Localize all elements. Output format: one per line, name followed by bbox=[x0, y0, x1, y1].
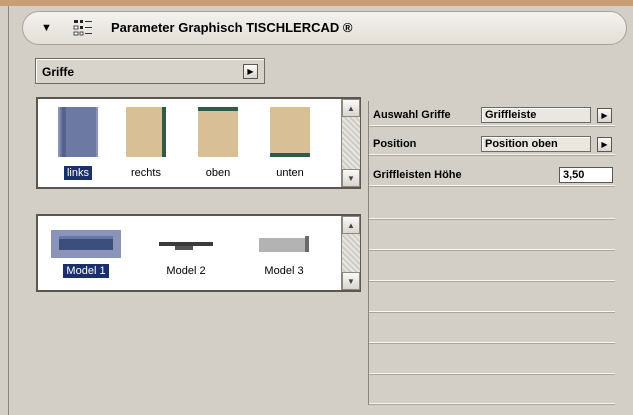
thumb-label: Model 1 bbox=[63, 264, 109, 278]
handle-bottom-thumbnail bbox=[270, 107, 310, 157]
right-arrow-icon: ▶ bbox=[601, 111, 608, 120]
property-label: Position bbox=[373, 138, 417, 150]
griffe-category-dropdown[interactable]: Griffe bbox=[35, 58, 265, 84]
right-arrow-icon: ▶ bbox=[247, 67, 254, 76]
up-arrow-icon: ▲ bbox=[347, 220, 355, 230]
dropdown-selected-value: Griffe bbox=[42, 65, 75, 79]
up-arrow-icon: ▲ bbox=[347, 103, 355, 113]
panel-header[interactable]: ▼ Parameter Graphisch TISCHLERCAD ® bbox=[22, 11, 627, 45]
handle-top-thumbnail bbox=[198, 107, 238, 157]
scroll-up-button[interactable]: ▲ bbox=[342, 216, 360, 234]
properties-table: Auswahl Griffe Griffleiste ▶ Position Po… bbox=[368, 101, 615, 405]
model-thumbnail-list[interactable]: Model 1 Model 2 Model 3 ▲ ▼ bbox=[36, 214, 361, 292]
property-row-position[interactable]: Position Position oben ▶ bbox=[369, 133, 615, 155]
thumb-label: Model 3 bbox=[264, 265, 304, 277]
empty-row bbox=[369, 382, 615, 404]
empty-row bbox=[369, 321, 615, 343]
empty-row bbox=[369, 197, 615, 219]
griffleisten-hoehe-input[interactable]: 3,50 bbox=[559, 167, 613, 183]
right-arrow-icon: ▶ bbox=[601, 140, 608, 149]
dropdown-arrow-button[interactable]: ▶ bbox=[243, 64, 258, 79]
thumb-item-unten[interactable]: unten bbox=[258, 107, 322, 180]
thumb-item-model-3[interactable]: Model 3 bbox=[244, 230, 324, 278]
thumb-item-rechts[interactable]: rechts bbox=[114, 107, 178, 180]
thumb-item-oben[interactable]: oben bbox=[186, 107, 250, 180]
thumb-label: unten bbox=[276, 167, 304, 179]
thumb-label: rechts bbox=[131, 167, 161, 179]
empty-row bbox=[369, 228, 615, 250]
griffe-selection-arrow-button[interactable]: ▶ bbox=[597, 108, 612, 123]
position-selection-arrow-button[interactable]: ▶ bbox=[597, 137, 612, 152]
handle-right-thumbnail bbox=[126, 107, 166, 157]
model-3-thumbnail bbox=[259, 236, 309, 252]
thumb-item-model-2[interactable]: Model 2 bbox=[146, 230, 226, 278]
scroll-down-button[interactable]: ▼ bbox=[342, 272, 360, 290]
disclosure-triangle-icon[interactable]: ▼ bbox=[41, 22, 52, 34]
model-list-scrollbar[interactable]: ▲ ▼ bbox=[341, 216, 360, 290]
thumb-item-links[interactable]: links bbox=[46, 107, 110, 180]
model-1-thumbnail bbox=[51, 230, 121, 258]
thumb-item-model-1[interactable]: Model 1 bbox=[46, 230, 126, 278]
panel-title: Parameter Graphisch TISCHLERCAD ® bbox=[111, 20, 353, 35]
empty-row bbox=[369, 352, 615, 374]
property-label: Auswahl Griffe bbox=[373, 109, 451, 121]
empty-row bbox=[369, 259, 615, 281]
model-2-thumbnail bbox=[159, 242, 213, 250]
position-list-scrollbar[interactable]: ▲ ▼ bbox=[341, 99, 360, 187]
property-row-auswahl-griffe[interactable]: Auswahl Griffe Griffleiste ▶ bbox=[369, 104, 615, 126]
empty-row bbox=[369, 290, 615, 312]
thumb-label: Model 2 bbox=[166, 265, 206, 277]
down-arrow-icon: ▼ bbox=[347, 173, 355, 183]
property-label: Griffleisten Höhe bbox=[373, 169, 462, 181]
property-row-griffleisten-hoehe[interactable]: Griffleisten Höhe 3,50 bbox=[369, 164, 615, 186]
thumb-label: links bbox=[63, 166, 92, 180]
settings-grid-icon bbox=[73, 20, 92, 36]
down-arrow-icon: ▼ bbox=[347, 276, 355, 286]
scroll-up-button[interactable]: ▲ bbox=[342, 99, 360, 117]
griffe-selection-dropdown[interactable]: Griffleiste bbox=[481, 107, 591, 123]
handle-left-thumbnail bbox=[58, 107, 98, 157]
thumb-label: oben bbox=[205, 167, 231, 179]
position-thumbnail-list[interactable]: links rechts oben unten ▲ ▼ bbox=[36, 97, 361, 189]
scroll-down-button[interactable]: ▼ bbox=[342, 169, 360, 187]
position-selection-dropdown[interactable]: Position oben bbox=[481, 136, 591, 152]
